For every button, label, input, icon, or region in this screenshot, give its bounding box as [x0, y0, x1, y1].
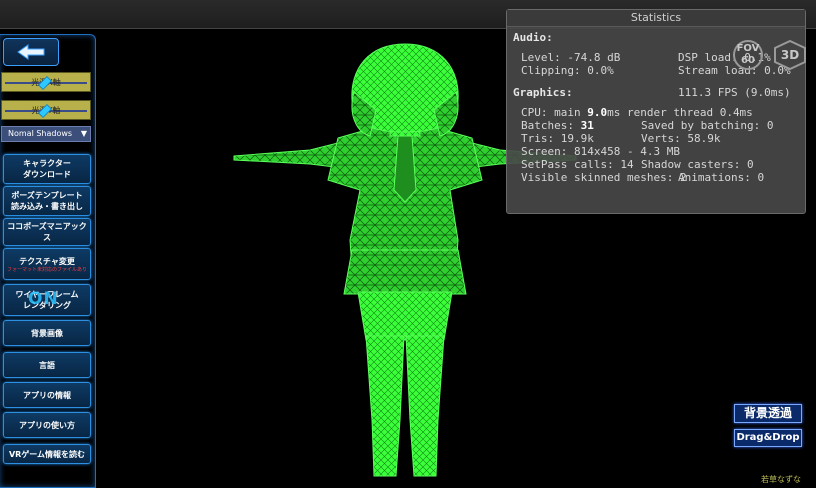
app-usage-button[interactable]: アプリの使い方 — [3, 412, 91, 438]
light-y-slider[interactable]: 光源Y軸 — [1, 100, 91, 120]
screen-readout: Screen: 814x458 - 4.3 MB — [521, 145, 680, 158]
saved-by-batching: Saved by batching: 0 — [641, 119, 774, 132]
author-credit: 若草なずな — [761, 475, 801, 484]
skinned-meshes-readout: Visible skinned meshes: 2 — [521, 171, 687, 184]
3d-label: 3D — [781, 48, 799, 62]
shadow-mode-value: Nomal Shadows — [8, 129, 73, 138]
batches-value: 31 — [580, 119, 594, 132]
left-control-panel: 光源X軸 光源Y軸 Nomal Shadows ▼ キャラクター ダウンロード … — [0, 34, 96, 488]
cpu-prefix: CPU: main — [521, 106, 588, 119]
button-label: テクスチャ変更 — [19, 256, 75, 266]
light-x-slider[interactable]: 光源X軸 — [1, 72, 91, 92]
fps-readout: 111.3 FPS (9.0ms) — [678, 86, 791, 99]
button-label: アプリの情報 — [23, 390, 71, 400]
shadow-casters-readout: Shadow casters: 0 — [641, 158, 754, 171]
batches-readout: Batches: 31 — [521, 119, 594, 132]
3d-view-button[interactable]: 3D — [773, 40, 807, 70]
texture-warning-text: フォーマット未対応のファイルあり — [6, 266, 87, 273]
vr-game-info-button[interactable]: VRゲーム情報を読む — [3, 444, 91, 464]
fov-icon: FOV 60 — [733, 40, 763, 70]
verts-readout: Verts: 58.9k — [641, 132, 721, 145]
button-label: VRゲーム情報を読む — [8, 449, 86, 459]
setpass-readout: SetPass calls: 14 — [521, 158, 634, 171]
button-label: ワイヤーフレーム — [15, 290, 79, 299]
pose-template-button[interactable]: ポーズテンプレート 読み込み・書き出し — [3, 186, 91, 216]
button-label: ポーズテンプレート — [11, 191, 83, 200]
button-label: アプリの使い方 — [19, 420, 75, 430]
audio-clipping: Clipping: 0.0% — [521, 64, 614, 77]
button-label: 読み込み・書き出し — [11, 202, 83, 211]
button-label: 背景画像 — [31, 328, 63, 338]
shadow-mode-dropdown[interactable]: Nomal Shadows ▼ — [1, 126, 91, 142]
chevron-down-icon: ▼ — [80, 129, 87, 138]
fov-button[interactable]: FOV 60 — [732, 40, 764, 70]
animations-readout: Animations: 0 — [678, 171, 765, 184]
button-label: 言語 — [39, 360, 55, 370]
cpu-readout: CPU: main 9.0ms render thread 0.4ms — [521, 106, 753, 119]
audio-level: Level: -74.8 dB — [521, 51, 621, 64]
wireframe-rendering-button[interactable]: ワイヤーフレーム レンダリング — [3, 284, 91, 316]
button-label: レンダリング — [23, 301, 71, 310]
graphics-header: Graphics: — [513, 86, 573, 99]
background-transparent-button[interactable]: 背景透過 — [734, 404, 802, 423]
button-label: キャラクター — [23, 159, 71, 168]
texture-change-button[interactable]: テクスチャ変更 フォーマット未対応のファイルあり — [3, 248, 91, 280]
cocopose-maniacs-button[interactable]: ココポーズマニアックス — [3, 218, 91, 246]
background-image-button[interactable]: 背景画像 — [3, 320, 91, 346]
character-download-button[interactable]: キャラクター ダウンロード — [3, 154, 91, 184]
app-info-button[interactable]: アプリの情報 — [3, 382, 91, 408]
language-button[interactable]: 言語 — [3, 352, 91, 378]
drag-and-drop-button[interactable]: Drag&Drop — [734, 429, 802, 447]
back-button[interactable] — [3, 38, 59, 66]
audio-header: Audio: — [513, 31, 553, 44]
button-label: ココポーズマニアックス — [7, 222, 87, 242]
cpu-suffix: ms render thread 0.4ms — [607, 106, 753, 119]
tris-readout: Tris: 19.9k — [521, 132, 594, 145]
fov-label: FOV — [736, 43, 760, 54]
button-label: ダウンロード — [23, 170, 71, 179]
batches-prefix: Batches: — [521, 119, 581, 132]
cpu-main-value: 9.0 — [587, 106, 608, 119]
fov-value: 60 — [741, 55, 755, 66]
statistics-title: Statistics — [507, 10, 805, 27]
arrow-left-icon — [17, 44, 45, 60]
